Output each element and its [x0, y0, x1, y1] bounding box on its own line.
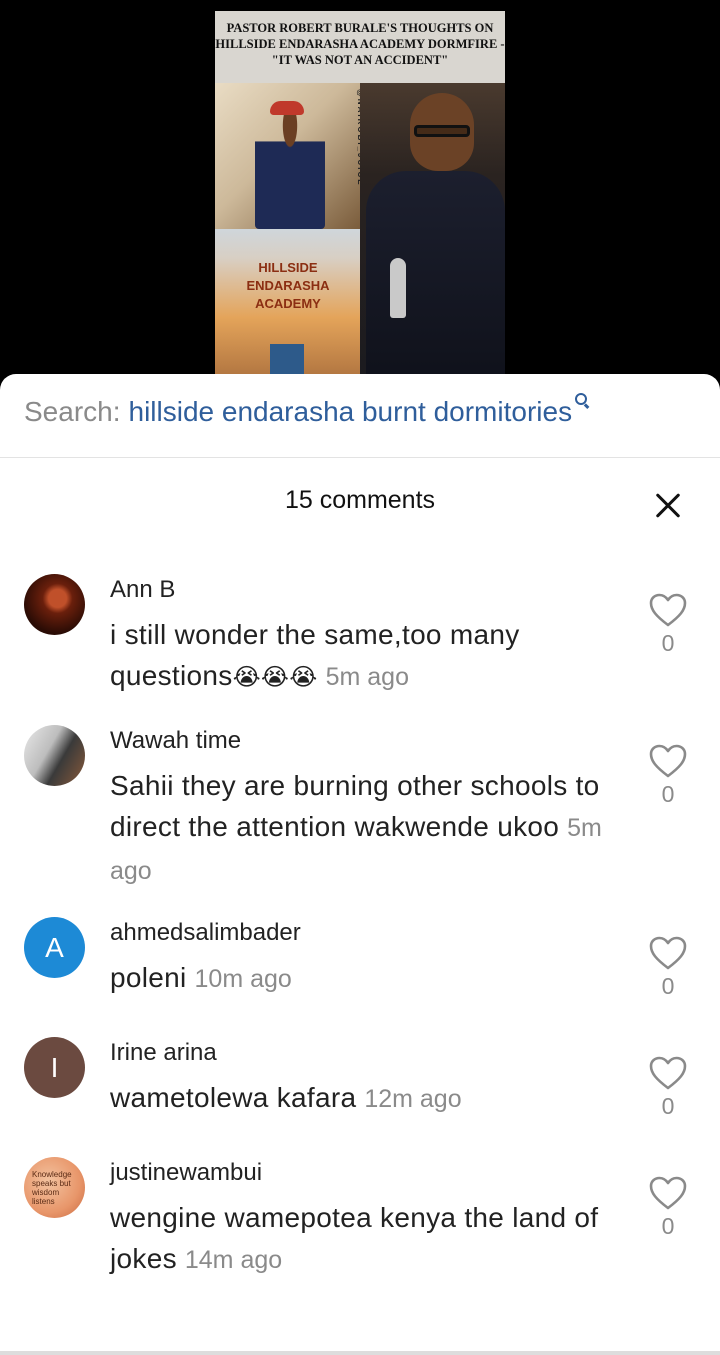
comment-username[interactable]: ahmedsalimbader [110, 919, 301, 947]
like-count: 0 [661, 1093, 675, 1119]
avatar[interactable] [24, 725, 85, 786]
like-button[interactable]: 0 [648, 1055, 688, 1120]
like-button[interactable]: 0 [648, 592, 688, 657]
comment-time: 10m ago [194, 965, 292, 993]
photo-school-building: HILLSIDE ENDARASHA ACADEMY [215, 229, 360, 390]
search-label: Search: [24, 396, 121, 427]
search-icon[interactable] [575, 393, 589, 407]
comment-text: wametolewa kafara 12m ago [110, 1077, 630, 1120]
comment-time: 14m ago [184, 1246, 283, 1274]
comment-time: 12m ago [364, 1085, 462, 1113]
avatar[interactable]: I [24, 1037, 85, 1098]
like-button[interactable]: 0 [648, 935, 688, 1000]
like-count: 0 [661, 1213, 675, 1239]
heart-icon[interactable] [648, 935, 688, 971]
comment-text: poleni 10m ago [110, 957, 630, 1000]
like-button[interactable]: 0 [648, 743, 688, 808]
comment-text: Sahii they are burning other schools to … [110, 765, 630, 892]
comment-time: 5m ago [325, 663, 409, 691]
heart-icon[interactable] [648, 743, 688, 779]
like-count: 0 [661, 973, 675, 999]
avatar[interactable] [24, 574, 85, 635]
like-count: 0 [661, 630, 675, 656]
photo-pastor-preaching [215, 83, 360, 229]
comment-text: i still wonder the same,too many questio… [110, 614, 630, 698]
comment-body: wengine wamepotea kenya the land of joke… [110, 1202, 599, 1274]
video-player[interactable]: PASTOR ROBERT BURALE'S THOUGHTS ON HILLS… [0, 0, 720, 390]
comment-username[interactable]: Wawah time [110, 727, 241, 755]
comment-emoji: 😭😭😭 [232, 663, 318, 691]
like-count: 0 [661, 781, 675, 807]
school-sign: HILLSIDE ENDARASHA ACADEMY [246, 260, 330, 311]
avatar[interactable]: Knowledge speaks but wisdom listens [24, 1157, 85, 1218]
comments-count: 15 comments [284, 486, 436, 514]
comment-username[interactable]: Irine arina [110, 1039, 217, 1067]
photo-pastor-speaking [360, 83, 505, 390]
video-title: PASTOR ROBERT BURALE'S THOUGHTS ON HILLS… [215, 11, 505, 83]
comment-body: poleni [110, 962, 187, 993]
heart-icon[interactable] [648, 1055, 688, 1091]
comment-username[interactable]: justinewambui [110, 1159, 262, 1187]
like-button[interactable]: 0 [648, 1175, 688, 1240]
comment-text: wengine wamepotea kenya the land of joke… [110, 1197, 630, 1281]
comment-body: Sahii they are burning other schools to … [110, 770, 600, 842]
video-thumbnail: PASTOR ROBERT BURALE'S THOUGHTS ON HILLS… [215, 11, 505, 390]
divider [0, 457, 720, 458]
search-query[interactable]: hillside endarasha burnt dormitories [129, 396, 573, 428]
bottom-divider [0, 1351, 720, 1355]
heart-icon[interactable] [648, 1175, 688, 1211]
comments-sheet: Search: hillside endarasha burnt dormito… [0, 374, 720, 1355]
avatar[interactable]: A [24, 917, 85, 978]
heart-icon[interactable] [648, 592, 688, 628]
comment-username[interactable]: Ann B [110, 576, 175, 604]
search-suggestion[interactable]: Search: hillside endarasha burnt dormito… [24, 393, 589, 436]
close-icon[interactable] [654, 492, 682, 520]
comment-body: wametolewa kafara [110, 1082, 357, 1113]
